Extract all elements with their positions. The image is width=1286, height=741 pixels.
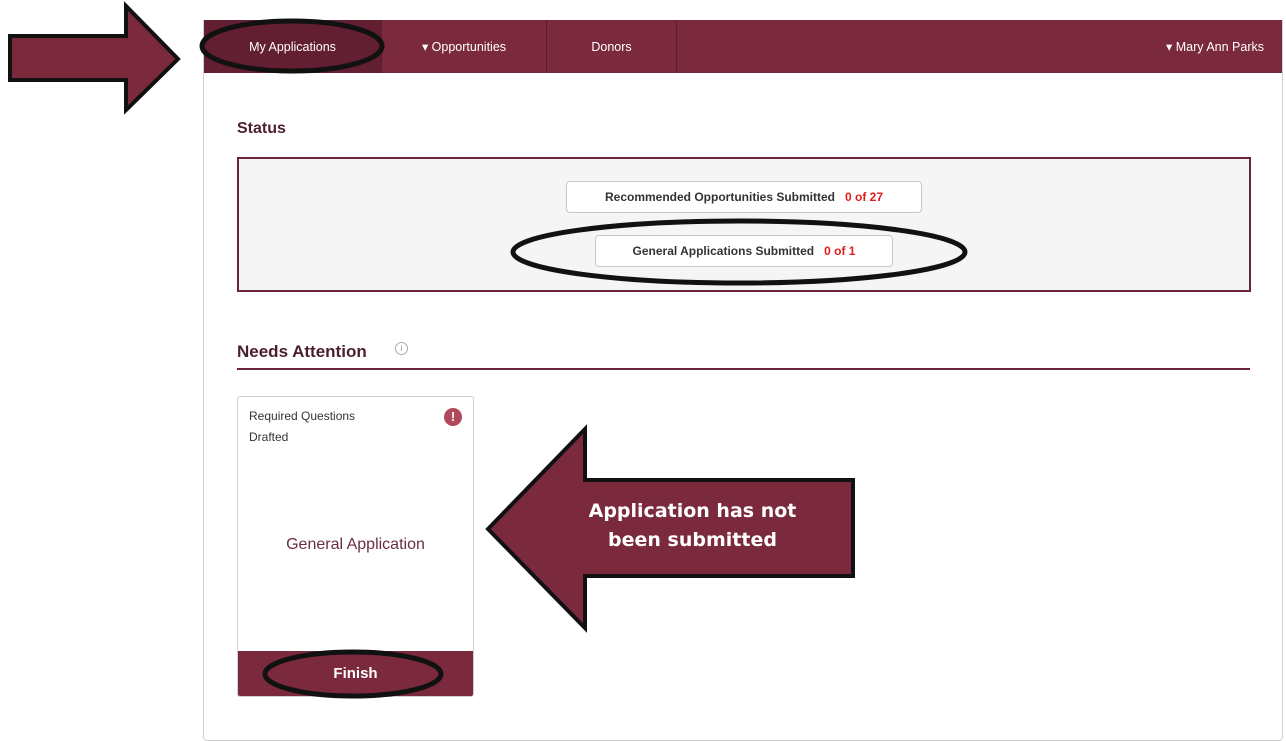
callout-text: Application has not been submitted <box>588 500 797 551</box>
status-heading: Status <box>237 120 286 137</box>
top-navbar: My Applications ▾ Opportunities Donors ▾… <box>204 20 1282 73</box>
finish-button[interactable]: Finish <box>238 651 473 696</box>
recommended-submitted-badge: Recommended Opportunities Submitted 0 of… <box>566 181 922 213</box>
main-panel: My Applications ▾ Opportunities Donors ▾… <box>203 20 1283 741</box>
general-submitted-badge: General Applications Submitted 0 of 1 <box>595 235 893 267</box>
needs-attention-heading: Needs Attention <box>237 342 367 361</box>
application-card[interactable]: Required Questions Drafted ! General App… <box>237 396 474 697</box>
recommended-label: Recommended Opportunities Submitted <box>604 190 835 204</box>
recommended-value: 0 of 27 <box>845 190 884 204</box>
nav-my-applications[interactable]: My Applications <box>204 20 382 73</box>
card-status-line2: Drafted <box>249 430 289 444</box>
status-box: Recommended Opportunities Submitted 0 of… <box>237 157 1251 292</box>
user-menu[interactable]: ▾ Mary Ann Parks <box>1166 20 1282 73</box>
pointer-arrow-right-icon <box>8 1 181 115</box>
alert-icon: ! <box>444 408 462 426</box>
nav-donors[interactable]: Donors <box>547 20 677 73</box>
general-value: 0 of 1 <box>824 244 856 258</box>
card-status-line1: Required Questions <box>249 409 356 423</box>
general-label: General Applications Submitted <box>632 244 815 258</box>
info-icon[interactable]: i <box>395 342 408 355</box>
section-divider <box>237 368 1250 370</box>
card-application-name[interactable]: General Application <box>238 536 473 554</box>
nav-opportunities[interactable]: ▾ Opportunities <box>382 20 547 73</box>
